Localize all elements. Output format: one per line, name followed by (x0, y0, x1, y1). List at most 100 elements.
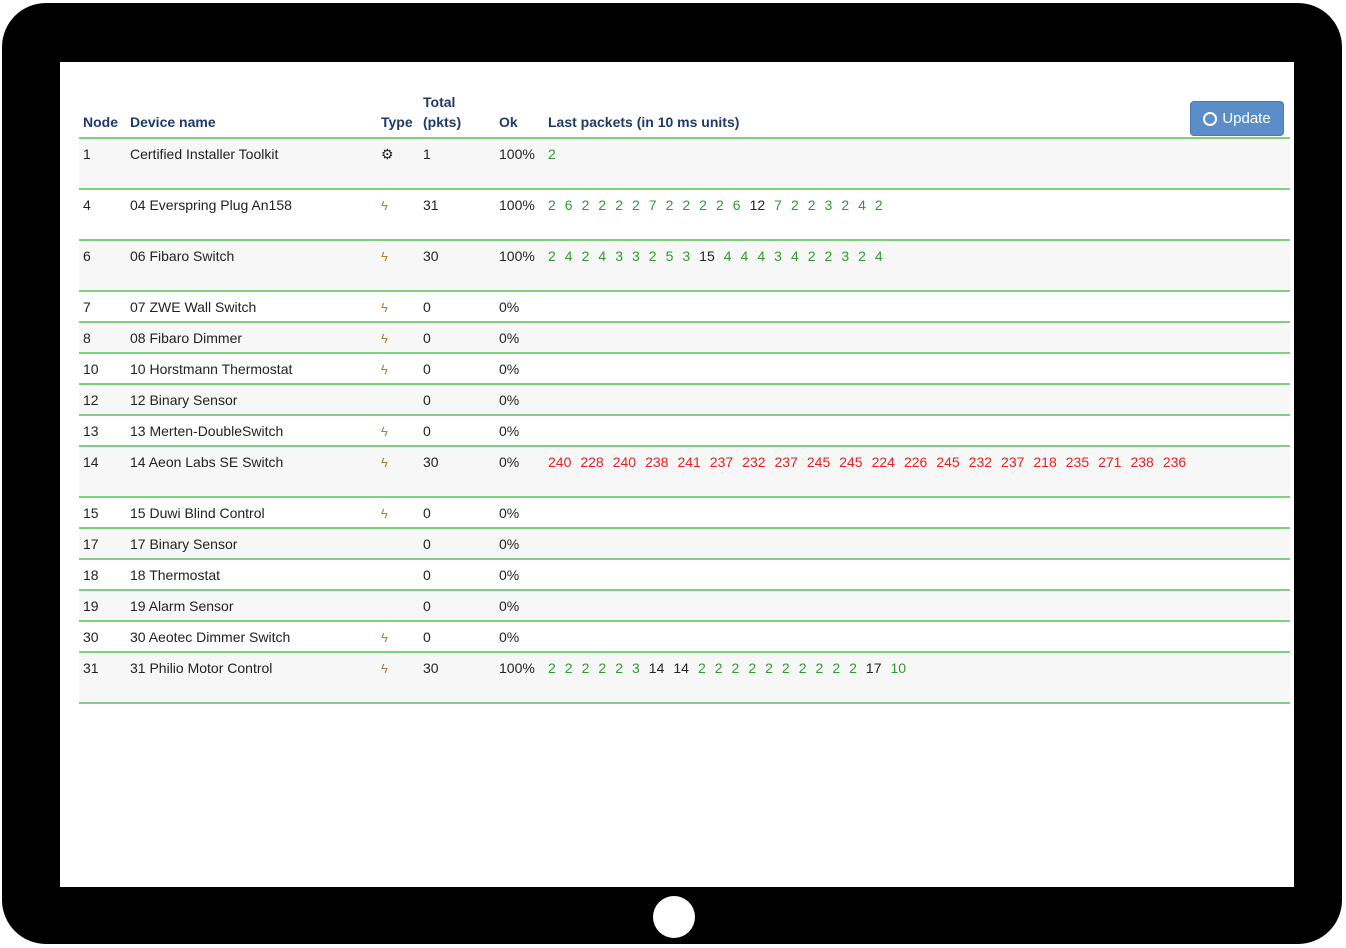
last-packets-cell: 240 228 240 238 241 237 232 237 245 245 224 226 245 2… (544, 446, 1290, 498)
total-cell: 0 (419, 322, 495, 354)
packet-value: 245 (806, 454, 831, 470)
packet-value: 2 (615, 197, 623, 213)
header-total-line2: (pkts) (423, 114, 462, 130)
packet-value: 12 (749, 197, 766, 213)
packet-value: 15 (699, 248, 715, 264)
node-cell: 12 (79, 384, 126, 416)
packet-value: 2 (815, 660, 824, 676)
ok-cell: 100% (495, 652, 544, 704)
type-cell (377, 559, 419, 591)
packet-value: 4 (564, 248, 573, 264)
packet-value: 271 (1098, 454, 1122, 470)
table-row: 12 12 Binary Sensor 0 0% (79, 384, 1290, 416)
packet-value: 237 (709, 454, 734, 470)
ok-cell: 0% (495, 291, 544, 323)
last-packets-cell (544, 322, 1290, 354)
packet-value: 4 (740, 248, 749, 264)
packet-value: 2 (807, 197, 816, 213)
table-row: 7 07 ZWE Wall Switch ϟ 0 0% (79, 291, 1290, 323)
packet-value: 2 (648, 248, 657, 264)
device-name-cell: 17 Binary Sensor (126, 528, 377, 560)
packet-value: 2 (824, 248, 833, 264)
last-packets-cell (544, 497, 1290, 529)
last-packets-cell: 2 6 2 2 2 2 7 2 2 2 2 6 12 7 2 2 3 2 4 2 (544, 189, 1290, 241)
packet-value: 236 (1162, 454, 1187, 470)
last-packets-cell (544, 559, 1290, 591)
device-name-cell: 15 Duwi Blind Control (126, 497, 377, 529)
power-icon: ϟ (381, 362, 388, 377)
last-packets-cell: 2 2 2 2 2 3 14 14 2 2 2 2 2 2 2 2 2 2 17 10 (544, 652, 1290, 704)
ok-cell: 0% (495, 415, 544, 447)
type-cell: ⚙ (377, 138, 419, 190)
device-name-cell: 14 Aeon Labs SE Switch (126, 446, 377, 498)
packet-value: 3 (682, 248, 691, 264)
table-row: 10 10 Horstmann Thermostat ϟ 0 0% (79, 353, 1290, 385)
type-cell (377, 590, 419, 622)
ok-cell: 0% (495, 384, 544, 416)
node-cell: 17 (79, 528, 126, 560)
total-cell: 31 (419, 189, 495, 241)
table-row: 14 14 Aeon Labs SE Switch ϟ 30 0% 240 228 240 23… (79, 446, 1290, 498)
tablet-frame: Update Node Device name Type Total (pkts)… (2, 3, 1342, 944)
device-name-cell: 19 Alarm Sensor (126, 590, 377, 622)
type-cell: ϟ (377, 322, 419, 354)
packet-value: 7 (774, 197, 782, 213)
ok-cell: 100% (495, 138, 544, 190)
device-name-cell: 04 Everspring Plug An158 (126, 189, 377, 241)
device-name-cell: 06 Fibaro Switch (126, 240, 377, 292)
node-cell: 8 (79, 322, 126, 354)
packet-value: 2 (765, 660, 773, 676)
packet-value: 2 (548, 660, 556, 676)
packet-value: 2 (548, 146, 556, 162)
node-cell: 15 (79, 497, 126, 529)
table-row: 15 15 Duwi Blind Control ϟ 0 0% (79, 497, 1290, 529)
header-type: Type (377, 92, 419, 139)
packet-value: 2 (798, 660, 807, 676)
node-cell: 31 (79, 652, 126, 704)
type-cell: ϟ (377, 291, 419, 323)
packet-value: 2 (581, 248, 590, 264)
packet-value: 238 (1130, 454, 1154, 470)
packet-value: 2 (781, 660, 790, 676)
type-cell: ϟ (377, 189, 419, 241)
node-cell: 19 (79, 590, 126, 622)
ok-cell: 0% (495, 446, 544, 498)
table-row: 19 19 Alarm Sensor 0 0% (79, 590, 1290, 622)
packet-value: 2 (841, 197, 850, 213)
device-name-cell: 12 Binary Sensor (126, 384, 377, 416)
device-name-cell: 07 ZWE Wall Switch (126, 291, 377, 323)
packet-value: 2 (807, 248, 816, 264)
packet-value: 2 (731, 660, 740, 676)
packet-value: 245 (839, 454, 863, 470)
last-packets-cell (544, 291, 1290, 323)
last-packets-cell (544, 621, 1290, 653)
header-node: Node (79, 92, 126, 139)
packet-value: 2 (598, 197, 607, 213)
packet-value: 17 (865, 660, 882, 676)
table-row: 13 13 Merten-DoubleSwitch ϟ 0 0% (79, 415, 1290, 447)
type-cell: ϟ (377, 652, 419, 704)
node-cell: 13 (79, 415, 126, 447)
device-name-cell: Certified Installer Toolkit (126, 138, 377, 190)
power-icon: ϟ (381, 630, 388, 645)
table-row: 1 Certified Installer Toolkit ⚙ 1 100% 2 (79, 138, 1290, 190)
power-icon: ϟ (381, 661, 388, 676)
last-packets-cell: 2 (544, 138, 1290, 190)
last-packets-cell: 2 4 2 4 3 3 2 5 3 15 4 4 4 3 4 2 2 3 2 4 (544, 240, 1290, 292)
packet-value: 14 (673, 660, 689, 676)
home-button[interactable] (653, 896, 695, 938)
node-cell: 6 (79, 240, 126, 292)
packet-value: 3 (774, 248, 782, 264)
packet-value: 2 (699, 197, 707, 213)
total-cell: 0 (419, 353, 495, 385)
packet-value: 3 (824, 197, 833, 213)
total-cell: 0 (419, 590, 495, 622)
packet-value: 241 (677, 454, 701, 470)
power-icon: ϟ (381, 455, 388, 470)
packet-value: 2 (548, 248, 556, 264)
total-cell: 30 (419, 652, 495, 704)
packet-value: 7 (648, 197, 657, 213)
header-device-name: Device name (126, 92, 377, 139)
ok-cell: 100% (495, 189, 544, 241)
packet-value: 3 (631, 248, 640, 264)
